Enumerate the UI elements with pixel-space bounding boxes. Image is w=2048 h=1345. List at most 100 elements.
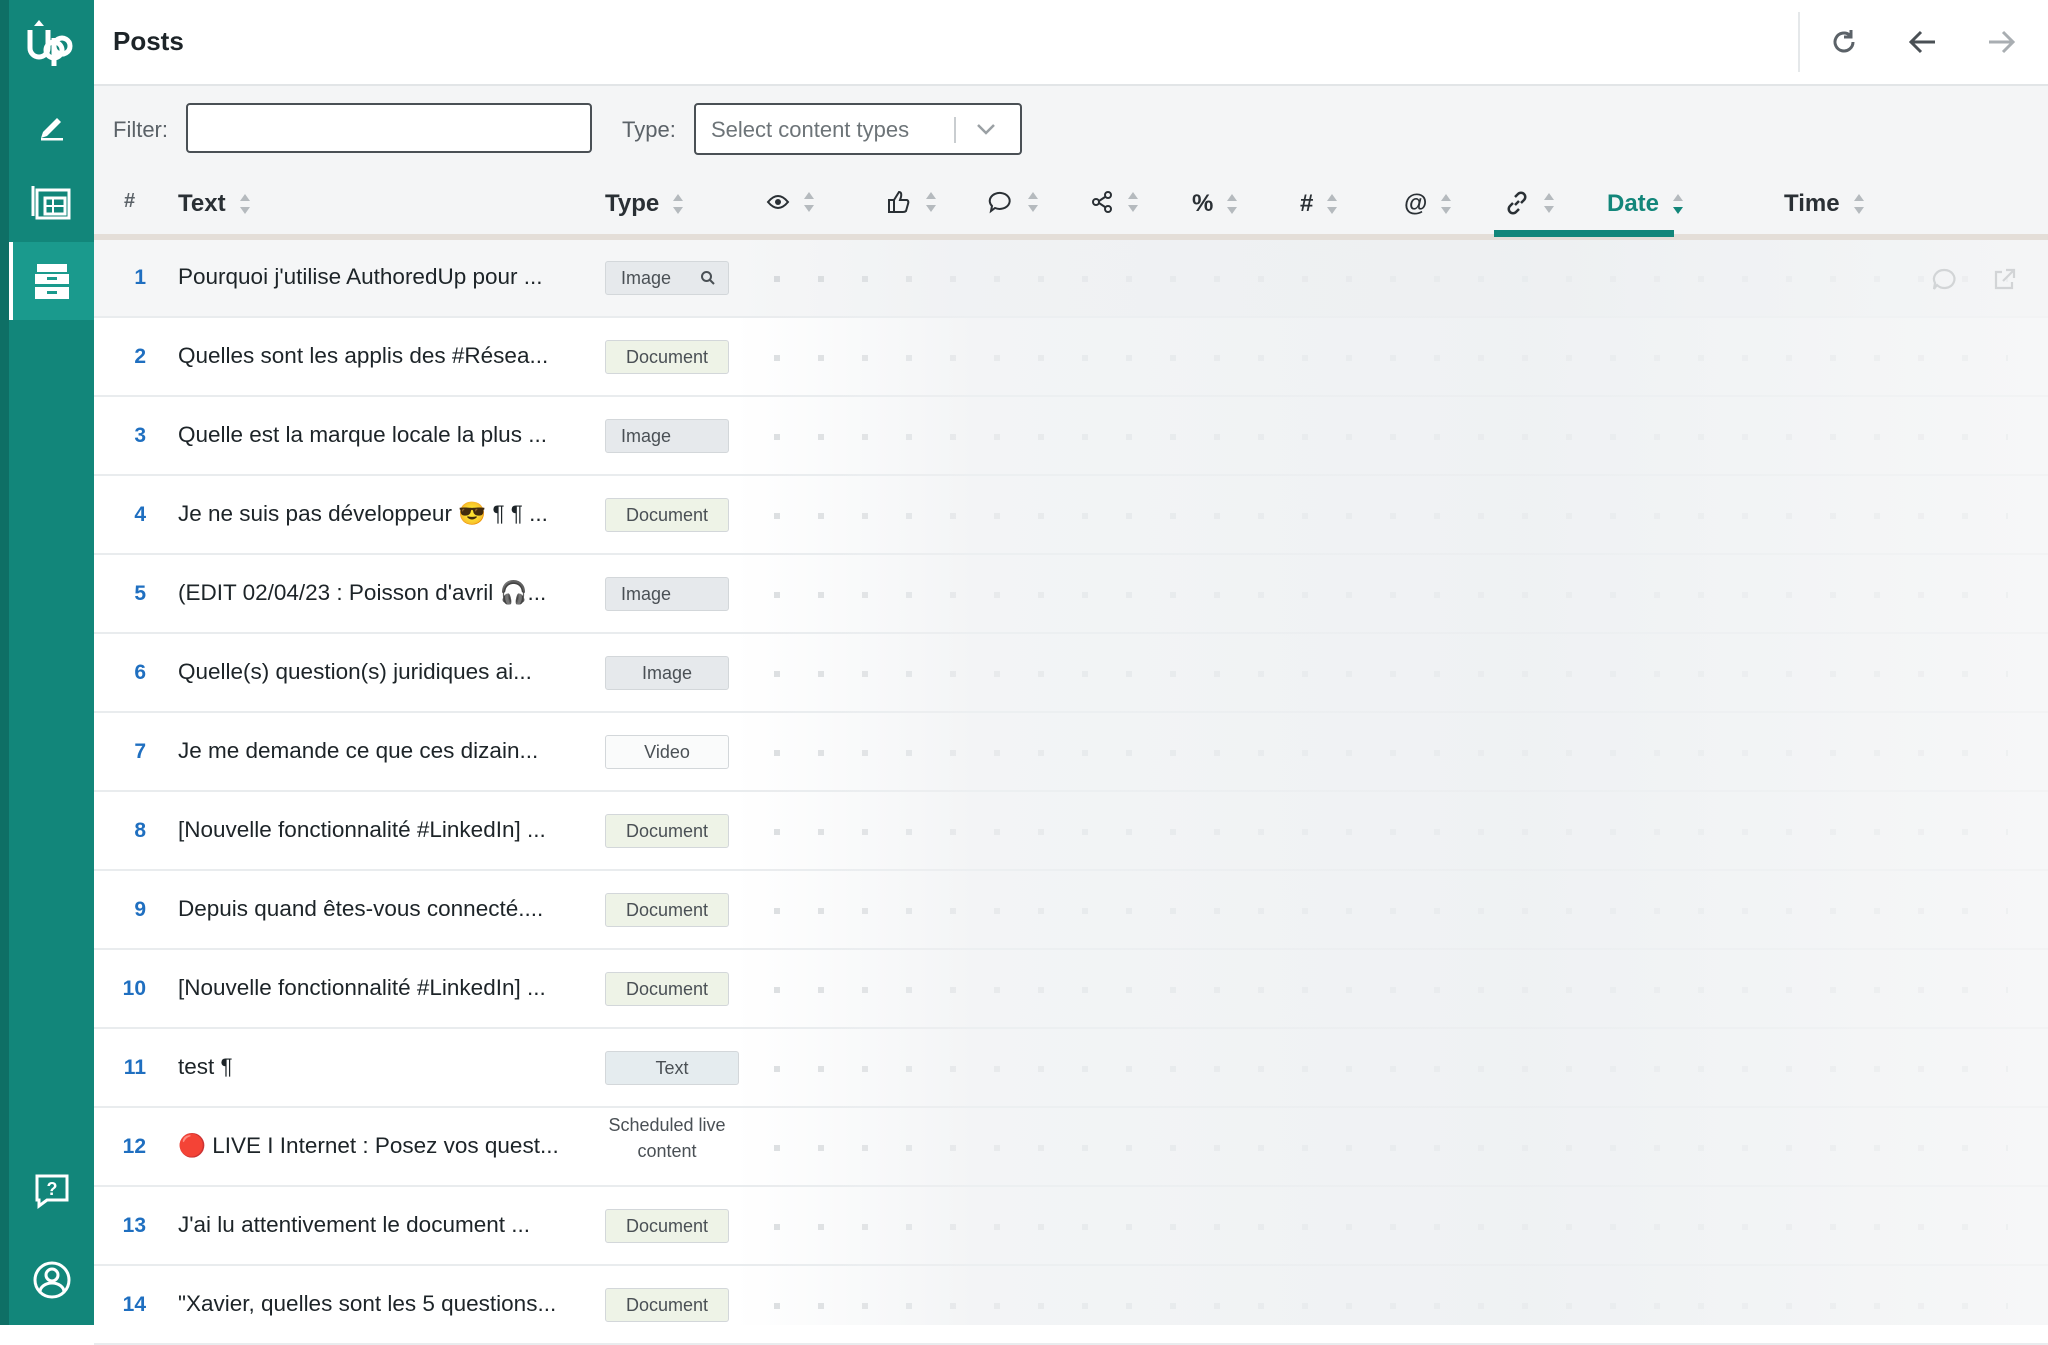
- row-text[interactable]: Pourquoi j'utilise AuthoredUp pour ...: [178, 264, 543, 290]
- table-row[interactable]: 14 "Xavier, quelles sont les 5 questions…: [94, 1267, 2048, 1345]
- col-type-header[interactable]: Type: [605, 190, 685, 218]
- type-label: Type:: [622, 117, 676, 142]
- row-text[interactable]: Quelle(s) question(s) juridiques ai...: [178, 659, 532, 685]
- row-metrics: [774, 592, 2008, 598]
- type-badge: Video: [605, 735, 729, 769]
- sort-icon[interactable]: [238, 192, 252, 216]
- table-row[interactable]: 10 [Nouvelle fonctionnalité #LinkedIn] .…: [94, 951, 2048, 1029]
- help-button[interactable]: ?: [9, 1156, 94, 1226]
- table-row[interactable]: 5 (EDIT 02/04/23 : Poisson d'avril 🎧... …: [94, 556, 2048, 634]
- table-row[interactable]: 2 Quelles sont les applis des #Résea... …: [94, 319, 2048, 397]
- chevron-down-icon[interactable]: [974, 119, 998, 139]
- account-button[interactable]: [9, 1245, 94, 1315]
- sort-icon[interactable]: [1439, 192, 1453, 216]
- app-logo[interactable]: [9, 0, 94, 84]
- table-row[interactable]: 4 Je ne suis pas développeur 😎 ¶ ¶ ... D…: [94, 477, 2048, 555]
- type-badge-label: Image: [621, 425, 672, 446]
- col-views-header[interactable]: [766, 190, 816, 214]
- select-divider: [954, 117, 956, 143]
- row-metrics: [774, 513, 2008, 519]
- sort-icon[interactable]: [671, 192, 685, 216]
- row-number: 4: [134, 503, 146, 526]
- row-metrics: [774, 1145, 2008, 1151]
- col-hashtags-header[interactable]: #: [1300, 190, 1339, 218]
- row-number: 1: [134, 266, 146, 289]
- col-shares-header[interactable]: [1090, 190, 1140, 214]
- sort-icon[interactable]: [1225, 192, 1239, 216]
- forward-button[interactable]: [1976, 18, 2026, 66]
- row-text[interactable]: Quelle est la marque locale la plus ...: [178, 422, 547, 448]
- col-mentions-header[interactable]: @: [1404, 190, 1453, 218]
- table-row[interactable]: 13 J'ai lu attentivement le document ...…: [94, 1188, 2048, 1266]
- nav-planner[interactable]: [9, 164, 94, 242]
- toolbar-divider: [1798, 12, 1800, 72]
- table-row[interactable]: 6 Quelle(s) question(s) juridiques ai...…: [94, 635, 2048, 713]
- search-icon[interactable]: [700, 270, 716, 286]
- row-text[interactable]: (EDIT 02/04/23 : Poisson d'avril 🎧...: [178, 580, 546, 606]
- row-text[interactable]: 🔴 LIVE I Internet : Posez vos quest...: [178, 1133, 559, 1159]
- table-row[interactable]: 8 [Nouvelle fonctionnalité #LinkedIn] ..…: [94, 793, 2048, 871]
- row-metrics: [774, 1224, 2008, 1230]
- type-badge: Document: [605, 1288, 729, 1322]
- row-text[interactable]: [Nouvelle fonctionnalité #LinkedIn] ...: [178, 817, 546, 843]
- content-type-select[interactable]: Select content types: [694, 103, 1022, 155]
- col-links-header[interactable]: [1504, 190, 1556, 216]
- sort-icon[interactable]: [1026, 190, 1040, 214]
- row-number: 9: [134, 898, 146, 921]
- col-number-label: #: [124, 190, 136, 212]
- type-badge: Image: [605, 261, 729, 295]
- row-text[interactable]: [Nouvelle fonctionnalité #LinkedIn] ...: [178, 975, 546, 1001]
- type-badge-label: Document: [625, 899, 709, 920]
- row-text[interactable]: Quelles sont les applis des #Résea...: [178, 343, 548, 369]
- back-button[interactable]: [1898, 18, 1948, 66]
- row-text[interactable]: Depuis quand êtes-vous connecté....: [178, 896, 543, 922]
- col-date-header[interactable]: Date: [1607, 190, 1685, 218]
- sidebar: ?: [0, 0, 94, 1325]
- nav-posts[interactable]: [9, 242, 94, 320]
- external-link-icon[interactable]: [1990, 266, 2018, 294]
- row-text[interactable]: J'ai lu attentivement le document ...: [178, 1212, 530, 1238]
- arrow-right-icon: [1989, 30, 2016, 54]
- row-text[interactable]: Je ne suis pas développeur 😎 ¶ ¶ ...: [178, 501, 548, 527]
- type-badge-label: Document: [625, 820, 709, 841]
- row-number: 14: [122, 1293, 146, 1316]
- nav-compose[interactable]: [9, 86, 94, 164]
- sort-icon[interactable]: [924, 190, 938, 214]
- filter-input[interactable]: [186, 103, 592, 153]
- sidebar-edge: [0, 0, 9, 1325]
- col-time-header[interactable]: Time: [1784, 190, 1866, 218]
- refresh-button[interactable]: [1819, 18, 1869, 66]
- row-text[interactable]: "Xavier, quelles sont les 5 questions...: [178, 1291, 556, 1317]
- col-likes-header[interactable]: [886, 190, 938, 214]
- sort-icon[interactable]: [1542, 191, 1556, 215]
- row-text[interactable]: test ¶: [178, 1054, 233, 1080]
- table-row[interactable]: 9 Depuis quand êtes-vous connecté.... Do…: [94, 872, 2048, 950]
- table-row[interactable]: 7 Je me demande ce que ces dizain... Vid…: [94, 714, 2048, 792]
- row-number: 2: [134, 345, 146, 368]
- type-badge: Image: [605, 577, 729, 611]
- type-badge-label: Image: [641, 662, 693, 683]
- row-metrics: [774, 355, 2008, 361]
- col-engagement-header[interactable]: %: [1192, 190, 1239, 218]
- type-badge: Document: [605, 972, 729, 1006]
- row-number: 7: [134, 740, 146, 763]
- type-badge-label: Video: [644, 741, 690, 762]
- table-row[interactable]: 3 Quelle est la marque locale la plus ..…: [94, 398, 2048, 476]
- thumbs-up-icon: [888, 190, 910, 213]
- filter-bar: Filter: Type: Select content types: [94, 86, 2048, 172]
- table-row[interactable]: 1 Pourquoi j'utilise AuthoredUp pour ...…: [94, 240, 2048, 318]
- row-text[interactable]: Je me demande ce que ces dizain...: [178, 738, 538, 764]
- chat-bubble-icon[interactable]: [1930, 266, 1958, 294]
- col-comments-header[interactable]: [988, 190, 1040, 214]
- sort-icon[interactable]: [1852, 192, 1866, 216]
- comment-icon: [988, 191, 1011, 214]
- table-row[interactable]: 12 🔴 LIVE I Internet : Posez vos quest..…: [94, 1109, 2048, 1187]
- sort-icon[interactable]: [1126, 190, 1140, 214]
- table-row[interactable]: 11 test ¶ Text: [94, 1030, 2048, 1108]
- col-text-header[interactable]: Text: [178, 190, 252, 218]
- type-badge: Image: [605, 419, 729, 453]
- sort-icon[interactable]: [802, 190, 816, 214]
- sort-icon[interactable]: [1325, 192, 1339, 216]
- sort-desc-icon[interactable]: [1671, 192, 1685, 216]
- type-badge-label: Image: [621, 267, 672, 288]
